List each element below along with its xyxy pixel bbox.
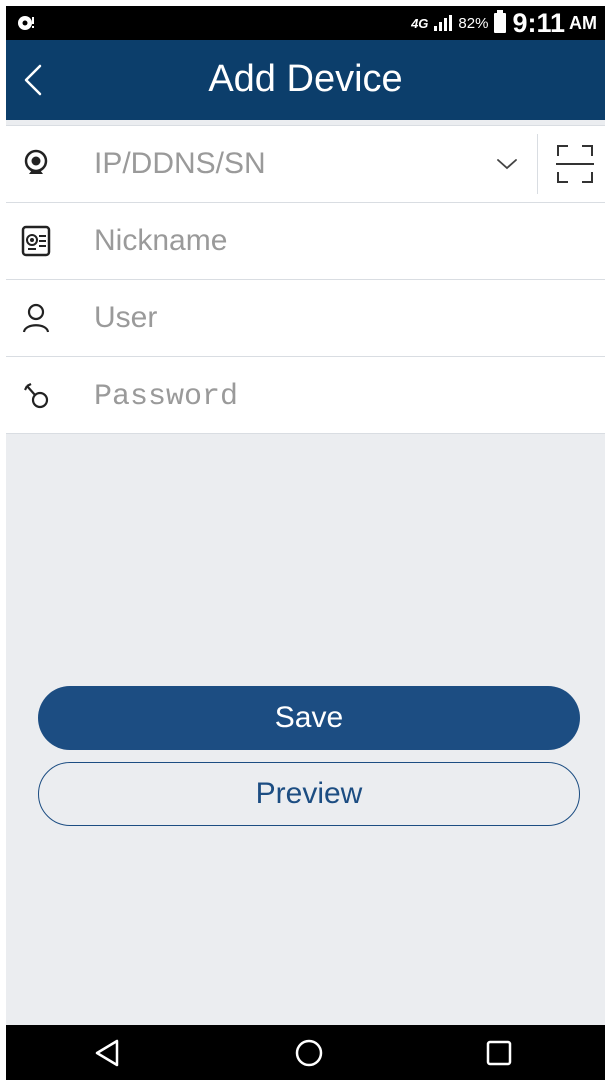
page-title: Add Device [208,58,403,100]
clock-am-pm: AM [569,12,597,33]
address-input[interactable] [94,142,494,186]
battery-icon [494,10,507,33]
save-button[interactable]: Save [38,686,580,750]
password-row [6,357,605,434]
status-right: 4G 82% 9:11 AM [411,6,597,40]
status-bar: 4G 82% 9:11 AM [6,6,605,40]
preview-button[interactable]: Preview [38,762,580,826]
app-header: Add Device [6,40,605,120]
network-type: 4G [411,15,429,31]
nickname-input[interactable] [94,219,494,263]
nickname-row [6,203,605,280]
person-icon [22,303,50,333]
battery-percent: 82% [458,14,489,32]
key-icon [24,383,49,409]
id-card-icon [21,225,51,257]
app-screen: 4G 82% 9:11 AM Add Device IP/DDNS/SN Nic… [6,6,605,1080]
address-row [6,126,605,203]
back-triangle-icon[interactable] [91,1036,125,1070]
scan-icon[interactable] [554,142,596,186]
system-nav-bar [6,1025,605,1080]
webcam-icon [24,149,48,174]
device-form [6,125,605,434]
home-circle-icon[interactable] [292,1036,326,1070]
divider [537,134,538,194]
user-row [6,280,605,357]
chevron-down-icon[interactable] [494,154,520,174]
recents-square-icon[interactable] [482,1036,516,1070]
signal-icon [434,15,453,31]
user-input[interactable] [94,296,494,340]
clock-time: 9:11 [512,7,565,38]
notification-icon [18,16,34,30]
password-input[interactable] [94,373,494,417]
